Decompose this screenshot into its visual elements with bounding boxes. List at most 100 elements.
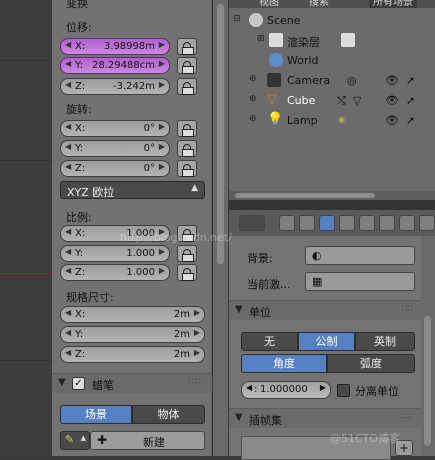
lamp-icon: 💡 — [267, 112, 284, 127]
lock-location-x-icon[interactable] — [177, 38, 197, 55]
unit-imperial-button[interactable]: 英制 — [355, 332, 415, 351]
active-clip-field[interactable]: ▦ — [305, 272, 415, 291]
world-tab-icon[interactable] — [339, 215, 355, 231]
lock-rotation-x-icon[interactable] — [177, 120, 197, 137]
brush-selector[interactable]: ✎ ▲ — [60, 431, 90, 450]
location-y-field[interactable]: ◀ Y: 28.29488cm ▶ — [60, 57, 170, 74]
rotation-z-field[interactable]: ◀ Z: 0° ▶ — [60, 160, 170, 177]
tab-object[interactable]: 物体 — [132, 405, 205, 424]
modifiers-tab-icon[interactable] — [399, 215, 415, 231]
location-x-field[interactable]: ◀ X: 3.98998m ▶ — [60, 38, 170, 55]
properties-scrollbar[interactable] — [421, 236, 435, 456]
collapse-triangle-icon[interactable]: ▼ — [235, 304, 243, 315]
separate-units-label: 分离单位 — [355, 385, 399, 398]
unit-metric-button[interactable]: 公制 — [298, 332, 355, 351]
expand-icon[interactable]: ⊕ — [249, 74, 257, 84]
eye-icon[interactable]: 👁 — [385, 114, 399, 127]
camera-icon — [267, 73, 281, 87]
active-clip-label: 当前激... — [247, 278, 291, 291]
dimensions-y-field[interactable]: ◀ Y: 2m ▶ — [60, 326, 205, 343]
outliner-row-renderlayers[interactable]: ⊞ 渲染层 — [229, 31, 435, 51]
editor-type-icon[interactable] — [239, 215, 265, 231]
grease-pencil-checkbox[interactable]: ✓ — [72, 377, 85, 390]
updown-arrows-icon: ▲ — [80, 434, 86, 442]
keying-sets-header[interactable]: ▼ 插帧集 ∷∷ — [229, 408, 421, 428]
updown-arrows-icon: ▲ — [191, 183, 198, 193]
rotation-x-field[interactable]: ◀ X: 0° ▶ — [60, 120, 170, 137]
lock-scale-y-icon[interactable] — [177, 245, 197, 262]
drag-grip-icon[interactable]: ∷∷ — [402, 304, 413, 314]
select-cursor-icon[interactable]: ➚ — [406, 74, 415, 87]
menu-search[interactable]: 搜索 — [309, 0, 329, 8]
scale-y-field[interactable]: ◀ Y: 1.000 ▶ — [60, 245, 170, 262]
display-mode-dropdown[interactable]: 所有场景 — [369, 0, 417, 8]
outliner-row-cube[interactable]: ⊕ ▽ Cube ⤭ ▽ 👁 ➚ — [229, 91, 435, 111]
location-label: 位移: — [66, 21, 92, 34]
background-scene-field[interactable]: ◐ — [305, 246, 415, 265]
pencil-icon: ✎ — [65, 433, 75, 446]
scene-properties: 背景: ◐ 当前激... ▦ ▼ 单位 ∷∷ 无 公制 英制 角度 弧度 ◀ :… — [229, 236, 421, 460]
lamp-data-icon: ✳ — [337, 114, 347, 127]
outliner-row-scene[interactable]: ⊟ Scene — [229, 11, 435, 31]
dimensions-z-field[interactable]: ◀ Z: 2m ▶ — [60, 346, 205, 363]
data-tab-icon[interactable] — [419, 215, 435, 231]
outliner-row-lamp[interactable]: ⊕ 💡 Lamp ✳ 👁 ➚ — [229, 111, 435, 131]
clip-icon: ▦ — [312, 275, 323, 288]
lock-location-y-icon[interactable] — [177, 57, 197, 74]
new-grease-pencil-button[interactable]: ✚ 新建 — [90, 431, 205, 450]
outliner-row-camera[interactable]: ⊕ Camera ◎ 👁 ➚ — [229, 71, 435, 91]
world-icon — [269, 53, 283, 67]
lock-scale-z-icon[interactable] — [177, 264, 197, 281]
angle-degrees-button[interactable]: 角度 — [241, 354, 327, 373]
angle-radians-button[interactable]: 弧度 — [327, 354, 415, 373]
expand-icon[interactable]: ⊞ — [257, 34, 265, 44]
expand-icon[interactable]: ⊕ — [249, 94, 257, 104]
unit-none-button[interactable]: 无 — [241, 332, 298, 351]
render-tab-icon[interactable] — [279, 215, 295, 231]
3d-viewport[interactable] — [0, 0, 52, 456]
eye-icon[interactable]: 👁 — [385, 74, 399, 87]
lock-location-z-icon[interactable] — [177, 78, 197, 95]
drag-grip-icon[interactable]: ∷∷ — [402, 412, 413, 422]
units-header[interactable]: ▼ 单位 ∷∷ — [229, 300, 421, 320]
blog-watermark: http://blog.csdn.net/ — [120, 231, 232, 244]
separate-units-checkbox[interactable] — [337, 384, 350, 397]
render-layer-icon — [341, 33, 355, 47]
outliner-scrollbar[interactable] — [229, 191, 435, 200]
site-watermark: @51CTO博客 — [330, 432, 401, 445]
panel-scrollbar[interactable] — [213, 0, 228, 456]
scene-tab-icon[interactable] — [319, 215, 335, 231]
scale-z-field[interactable]: ◀ Z: 1.000 ▶ — [60, 264, 170, 281]
scene-icon — [249, 13, 263, 27]
constraints-tab-icon[interactable] — [379, 215, 395, 231]
render-layers-icon — [269, 33, 283, 47]
rotation-y-field[interactable]: ◀ Y: 0° ▶ — [60, 140, 170, 157]
unit-scale-field[interactable]: ◀ : 1.000000 ▶ — [241, 381, 331, 399]
outliner-row-world[interactable]: World — [229, 51, 435, 71]
object-tab-icon[interactable] — [359, 215, 375, 231]
grease-pencil-title: 蜡笔 — [92, 379, 114, 392]
mesh-icon: ▽ — [267, 92, 277, 107]
lock-rotation-y-icon[interactable] — [177, 140, 197, 157]
mesh-data-icon: ▽ — [353, 94, 362, 107]
grease-pencil-header[interactable]: ▼ ✓ 蜡笔 ∷∷ — [52, 373, 212, 393]
rotation-mode-dropdown[interactable]: XYZ 欧拉 ▲ — [60, 181, 205, 199]
location-z-field[interactable]: ◀ Z: -3.242m ▶ — [60, 78, 170, 95]
x-axis-line — [0, 273, 52, 274]
drag-grip-icon[interactable]: ∷∷ — [189, 377, 202, 387]
camera-data-icon: ◎ — [347, 74, 357, 87]
expand-icon[interactable]: ⊕ — [249, 114, 257, 124]
lock-rotation-z-icon[interactable] — [177, 160, 197, 177]
render-layers-tab-icon[interactable] — [299, 215, 315, 231]
eye-icon[interactable]: 👁 — [385, 94, 399, 107]
transform-title: 变换 — [66, 0, 88, 10]
collapse-triangle-icon[interactable]: ▼ — [235, 412, 243, 423]
collapse-triangle-icon[interactable]: ▼ — [58, 377, 66, 388]
dimensions-x-field[interactable]: ◀ X: 2m ▶ — [60, 306, 205, 323]
select-cursor-icon[interactable]: ➚ — [406, 94, 415, 107]
tab-scene[interactable]: 场景 — [60, 405, 132, 424]
menu-view[interactable]: 视图 — [259, 0, 279, 8]
outliner: 视图 搜索 所有场景 ⊟ Scene ⊞ 渲染层 World ⊕ Camera … — [229, 0, 435, 200]
select-cursor-icon[interactable]: ➚ — [406, 114, 415, 127]
collapse-icon[interactable]: ⊟ — [233, 14, 241, 24]
